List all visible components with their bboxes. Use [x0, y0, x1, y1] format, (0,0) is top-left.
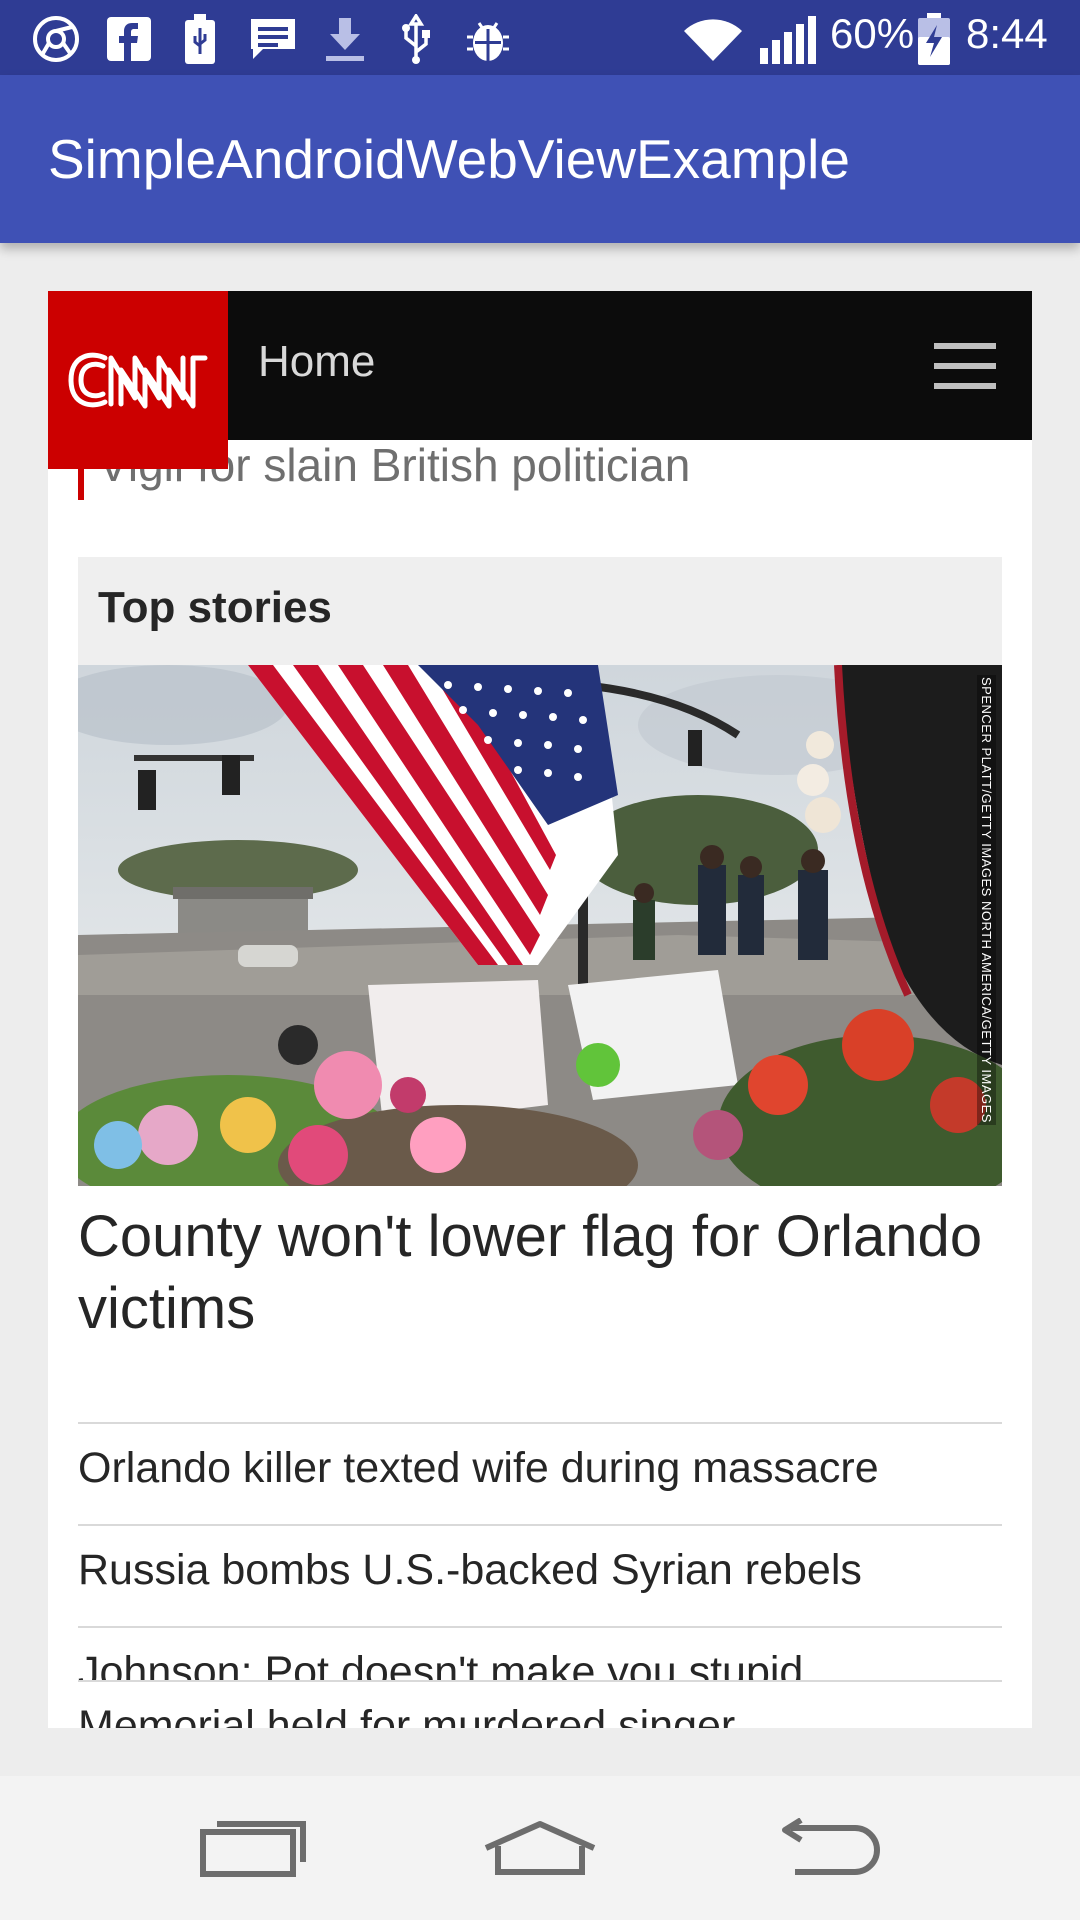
- memorial-photo: [78, 665, 1002, 1186]
- section-title: Top stories: [98, 583, 332, 632]
- nav-home-link[interactable]: Home: [258, 337, 375, 387]
- hamburger-menu-button[interactable]: [934, 343, 996, 389]
- navigation-bar: [0, 1776, 1080, 1920]
- battery-charging-icon: [914, 13, 954, 65]
- hero-image[interactable]: SPENCER PLATT/GETTY IMAGES NORTH AMERICA…: [78, 665, 1002, 1186]
- signal-icon: [758, 14, 820, 64]
- webview[interactable]: Home Vigil for slain British politician …: [0, 243, 1080, 1776]
- recent-apps-button[interactable]: [194, 1806, 314, 1890]
- recent-apps-icon: [200, 1821, 306, 1877]
- lead-headline[interactable]: County won't lower flag for Orlando vict…: [78, 1201, 1002, 1345]
- app-title: SimpleAndroidWebViewExample: [48, 128, 850, 190]
- clock: 8:44: [966, 10, 1048, 57]
- photo-credit: SPENCER PLATT/GETTY IMAGES NORTH AMERICA…: [977, 675, 996, 1125]
- bug-icon: [464, 14, 512, 64]
- cnn-logo-icon: [68, 352, 208, 409]
- back-icon: [782, 1818, 880, 1875]
- story-link[interactable]: Memorial held for murdered singer: [78, 1680, 1002, 1728]
- top-stories-section-header: Top stories: [78, 557, 1002, 665]
- back-button[interactable]: [766, 1806, 886, 1890]
- chrome-icon: [30, 14, 82, 64]
- usb-battery-icon: [180, 14, 220, 64]
- story-link[interactable]: Russia bombs U.S.-backed Syrian rebels: [78, 1524, 1002, 1626]
- status-bar: 60% 8:44: [0, 0, 1080, 75]
- story-link[interactable]: Orlando killer texted wife during massac…: [78, 1422, 1002, 1524]
- story-list-overflow: Memorial held for murdered singer: [48, 1680, 1032, 1728]
- download-icon: [322, 14, 368, 64]
- facebook-icon: [106, 14, 152, 64]
- message-icon: [248, 14, 298, 64]
- battery-percent: 60%: [830, 10, 915, 57]
- usb-icon: [396, 14, 436, 64]
- home-icon: [484, 1821, 596, 1875]
- app-bar: SimpleAndroidWebViewExample: [0, 75, 1080, 243]
- home-button[interactable]: [480, 1806, 600, 1890]
- cnn-page: Home Vigil for slain British politician …: [48, 291, 1032, 1728]
- wifi-icon: [680, 14, 746, 64]
- cnn-logo[interactable]: [48, 291, 228, 469]
